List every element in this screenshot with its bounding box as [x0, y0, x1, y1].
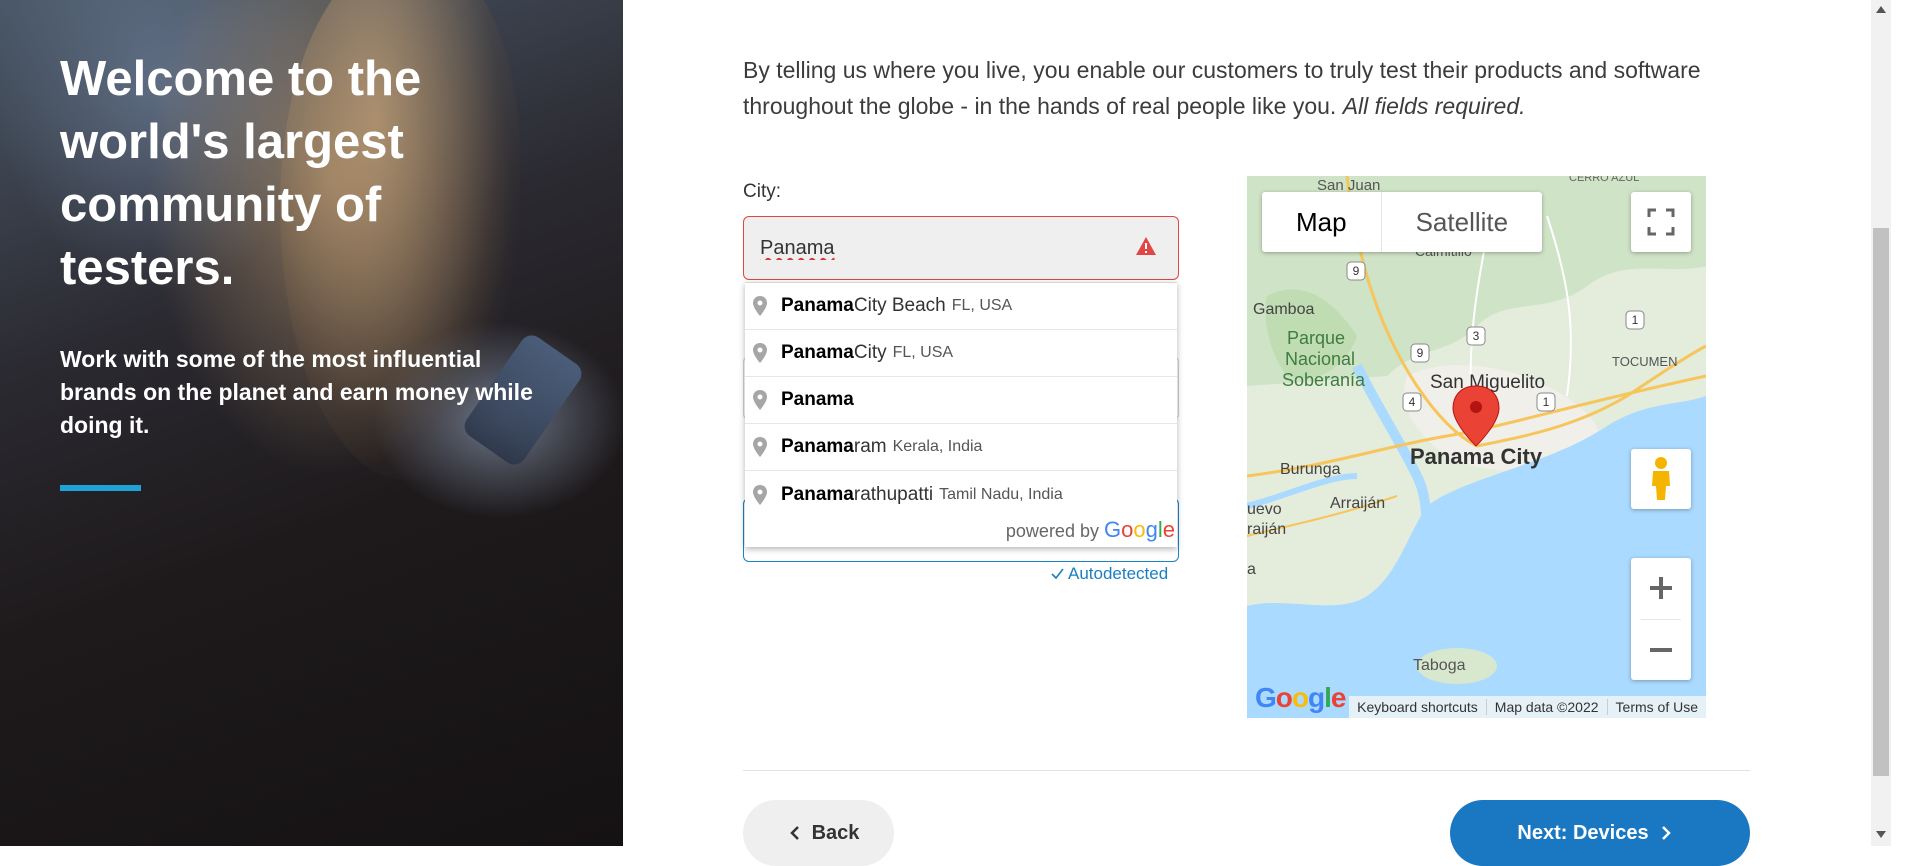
street-view-button[interactable]	[1631, 449, 1691, 509]
plus-icon	[1650, 577, 1672, 600]
fullscreen-icon	[1647, 208, 1675, 236]
location-pin-icon	[753, 437, 767, 457]
map-label: Nacional	[1285, 349, 1355, 369]
chevron-right-icon	[1661, 826, 1671, 840]
fullscreen-button[interactable]	[1631, 192, 1691, 252]
autocomplete-rest: ram	[853, 436, 887, 457]
minus-icon	[1650, 647, 1672, 652]
back-button[interactable]: Back	[743, 800, 894, 866]
autocomplete-match: Panama	[781, 436, 854, 457]
zoom-in-button[interactable]	[1631, 558, 1691, 619]
autocomplete-match: Panama	[781, 295, 854, 316]
map-type-map-button[interactable]: Map	[1262, 192, 1382, 252]
page-scrollbar[interactable]	[1871, 0, 1891, 846]
hero-accent-rule	[60, 485, 141, 491]
road-shield: 9	[1353, 264, 1360, 278]
scroll-thumb[interactable]	[1873, 228, 1889, 776]
autocomplete-secondary: Tamil Nadu, India	[939, 485, 1063, 503]
footer-divider	[743, 770, 1750, 771]
intro-emphasis: All fields required.	[1342, 93, 1526, 119]
map-label: Panama City	[1410, 444, 1543, 469]
autocomplete-secondary: FL, USA	[892, 344, 954, 361]
autocomplete-secondary: Kerala, India	[892, 438, 983, 455]
autocomplete-dropdown: Panama City Beach FL, USA Panama City FL, …	[745, 282, 1177, 547]
hero-panel: Welcome to the world's largest community…	[0, 0, 623, 846]
google-logo: Google	[1103, 517, 1175, 542]
map-label: Taboga	[1413, 657, 1466, 674]
map-type-control: Map Satellite	[1262, 192, 1543, 252]
scroll-up-arrow-icon[interactable]	[1875, 4, 1887, 14]
road-shield: 9	[1417, 346, 1424, 360]
pegman-icon	[1652, 457, 1670, 500]
autocomplete-item[interactable]: Panama City FL, USA	[745, 330, 1177, 377]
map-label: uevo	[1247, 501, 1282, 518]
main-content: By telling us where you live, you enable…	[623, 0, 1871, 866]
zoom-out-button[interactable]	[1631, 619, 1691, 680]
powered-by-google: powered by Google	[1006, 515, 1175, 545]
autocomplete-item[interactable]: Panama rathupatti Tamil Nadu, India	[745, 471, 1177, 518]
chevron-left-icon	[789, 826, 799, 840]
map[interactable]: San Juan CERRO AZUL Calmitillo Gamboa Pa…	[1247, 176, 1706, 718]
autocomplete-item[interactable]: Panama ram Kerala, India	[745, 424, 1177, 471]
autocomplete-match: Panama	[781, 389, 854, 410]
map-label: Gamboa	[1253, 301, 1314, 318]
autocomplete-rest: City Beach	[853, 295, 946, 316]
map-label: Parque	[1287, 328, 1345, 348]
road-shield: 3	[1473, 329, 1480, 343]
autocomplete-secondary: FL, USA	[951, 297, 1013, 314]
autocomplete-match: Panama	[781, 483, 854, 505]
intro-text: By telling us where you live, you enable…	[743, 52, 1703, 124]
hero-subtitle: Work with some of the most influential b…	[60, 346, 533, 438]
city-label: City:	[743, 181, 781, 202]
map-label: TOCUMEN	[1612, 354, 1677, 369]
road-shield: 4	[1409, 395, 1416, 409]
location-pin-icon	[753, 390, 767, 410]
hero-title: Welcome to the world's largest community…	[60, 52, 422, 295]
autodetected-label: Autodetected	[1068, 564, 1169, 583]
next-button-label: Next: Devices	[1517, 821, 1649, 844]
autocomplete-item[interactable]: Panama	[745, 377, 1177, 424]
map-type-satellite-button[interactable]: Satellite	[1382, 192, 1543, 252]
map-attribution: Keyboard shortcuts Map data ©2022 Terms …	[1349, 696, 1706, 718]
road-shield: 1	[1543, 395, 1550, 409]
map-label: raiján	[1247, 521, 1286, 538]
google-map-logo: Google	[1255, 682, 1346, 713]
intro-body: By telling us where you live, you enable…	[743, 57, 1701, 119]
map-label: Burunga	[1280, 461, 1341, 478]
autocomplete-rest: rathupatti	[853, 483, 934, 505]
location-pin-icon	[753, 343, 767, 363]
autocomplete-item[interactable]: Panama City Beach FL, USA	[745, 283, 1177, 330]
map-label: CERRO AZUL	[1569, 176, 1639, 184]
autodetected-note: Autodetected	[1051, 564, 1168, 584]
back-button-label: Back	[811, 821, 860, 844]
check-icon	[1051, 568, 1064, 580]
map-label: Soberanía	[1282, 370, 1366, 390]
zoom-control	[1631, 558, 1691, 680]
scroll-down-arrow-icon[interactable]	[1875, 830, 1887, 840]
warning-icon	[1136, 237, 1156, 255]
road-shield: 1	[1632, 313, 1639, 327]
autocomplete-match: Panama	[781, 342, 854, 363]
map-label: Arraiján	[1330, 495, 1385, 512]
keyboard-shortcuts-link[interactable]: Keyboard shortcuts	[1349, 699, 1486, 715]
terms-of-use-link[interactable]: Terms of Use	[1606, 699, 1706, 715]
city-input[interactable]	[743, 216, 1179, 280]
autocomplete-rest: City	[853, 342, 887, 363]
powered-by-label: powered by	[1005, 521, 1099, 541]
map-data-text: Map data ©2022	[1485, 699, 1607, 715]
map-label: a	[1247, 561, 1256, 578]
location-pin-icon	[753, 484, 767, 505]
location-pin-icon	[753, 296, 767, 316]
next-devices-button[interactable]: Next: Devices	[1450, 800, 1750, 866]
